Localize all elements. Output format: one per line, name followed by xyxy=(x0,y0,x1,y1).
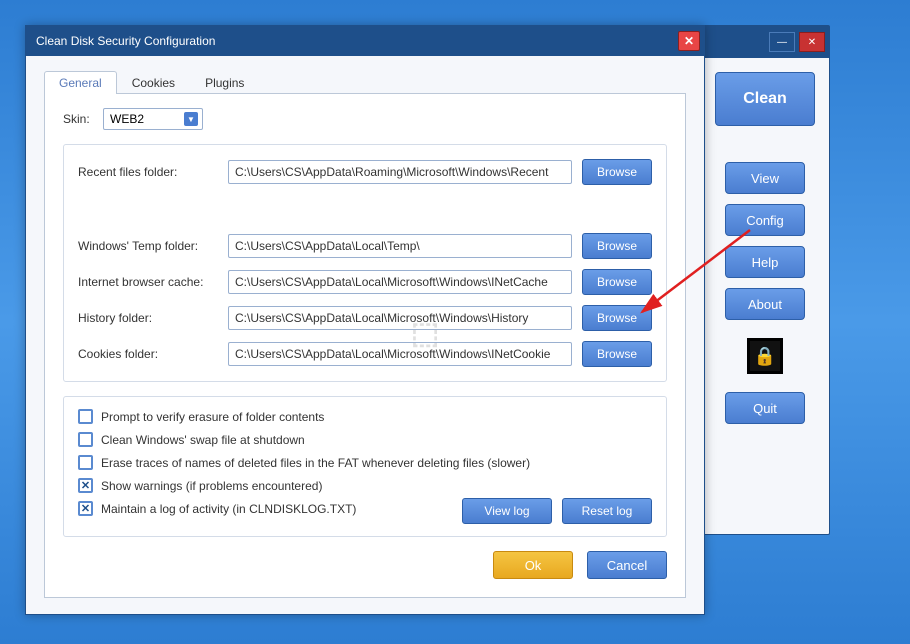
cookies-input[interactable] xyxy=(228,342,572,366)
warnings-checkbox[interactable]: ✕ xyxy=(78,478,93,493)
recent-label: Recent files folder: xyxy=(78,165,218,179)
main-window: — ✕ Clean View Config Help About 🔒 Quit xyxy=(700,25,830,535)
minimize-button[interactable]: — xyxy=(769,32,795,52)
log-label: Maintain a log of activity (in CLNDISKLO… xyxy=(101,502,356,516)
prompt-label: Prompt to verify erasure of folder conte… xyxy=(101,410,324,424)
log-checkbox[interactable]: ✕ xyxy=(78,501,93,516)
tabs: General Cookies Plugins xyxy=(44,70,686,94)
recent-input[interactable] xyxy=(228,160,572,184)
swap-label: Clean Windows' swap file at shutdown xyxy=(101,433,305,447)
dialog-close-button[interactable]: ✕ xyxy=(678,31,700,51)
cache-input[interactable] xyxy=(228,270,572,294)
prompt-checkbox[interactable] xyxy=(78,409,93,424)
view-log-button[interactable]: View log xyxy=(462,498,552,524)
config-button[interactable]: Config xyxy=(725,204,805,236)
tab-general[interactable]: General xyxy=(44,71,117,94)
main-close-button[interactable]: ✕ xyxy=(799,32,825,52)
dialog-titlebar: Clean Disk Security Configuration ✕ xyxy=(26,26,704,56)
browse-cookies-button[interactable]: Browse xyxy=(582,341,652,367)
swap-checkbox[interactable] xyxy=(78,432,93,447)
options-group: Prompt to verify erasure of folder conte… xyxy=(63,396,667,537)
lock-icon: 🔒 xyxy=(747,338,783,374)
ok-button[interactable]: Ok xyxy=(493,551,573,579)
temp-label: Windows' Temp folder: xyxy=(78,239,218,253)
tab-cookies[interactable]: Cookies xyxy=(117,71,190,94)
fat-label: Erase traces of names of deleted files i… xyxy=(101,456,530,470)
general-panel: Skin: WEB2 ▼ Recent files folder: Browse… xyxy=(44,94,686,598)
tab-plugins[interactable]: Plugins xyxy=(190,71,259,94)
skin-select[interactable]: WEB2 ▼ xyxy=(103,108,203,130)
cache-label: Internet browser cache: xyxy=(78,275,218,289)
skin-label: Skin: xyxy=(63,112,93,126)
quit-button[interactable]: Quit xyxy=(725,392,805,424)
chevron-down-icon: ▼ xyxy=(184,112,198,126)
cookies-label: Cookies folder: xyxy=(78,347,218,361)
dialog-title: Clean Disk Security Configuration xyxy=(36,34,215,48)
clean-button[interactable]: Clean xyxy=(715,72,815,126)
browse-cache-button[interactable]: Browse xyxy=(582,269,652,295)
cancel-button[interactable]: Cancel xyxy=(587,551,667,579)
fat-checkbox[interactable] xyxy=(78,455,93,470)
view-button[interactable]: View xyxy=(725,162,805,194)
temp-input[interactable] xyxy=(228,234,572,258)
help-button[interactable]: Help xyxy=(725,246,805,278)
warnings-label: Show warnings (if problems encountered) xyxy=(101,479,322,493)
folders-group: Recent files folder: Browse Windows' Tem… xyxy=(63,144,667,382)
config-dialog: Clean Disk Security Configuration ✕ Gene… xyxy=(25,25,705,615)
history-input[interactable] xyxy=(228,306,572,330)
skin-value: WEB2 xyxy=(110,112,144,126)
about-button[interactable]: About xyxy=(725,288,805,320)
main-titlebar: — ✕ xyxy=(701,26,829,58)
reset-log-button[interactable]: Reset log xyxy=(562,498,652,524)
browse-temp-button[interactable]: Browse xyxy=(582,233,652,259)
history-label: History folder: xyxy=(78,311,218,325)
browse-history-button[interactable]: Browse xyxy=(582,305,652,331)
browse-recent-button[interactable]: Browse xyxy=(582,159,652,185)
